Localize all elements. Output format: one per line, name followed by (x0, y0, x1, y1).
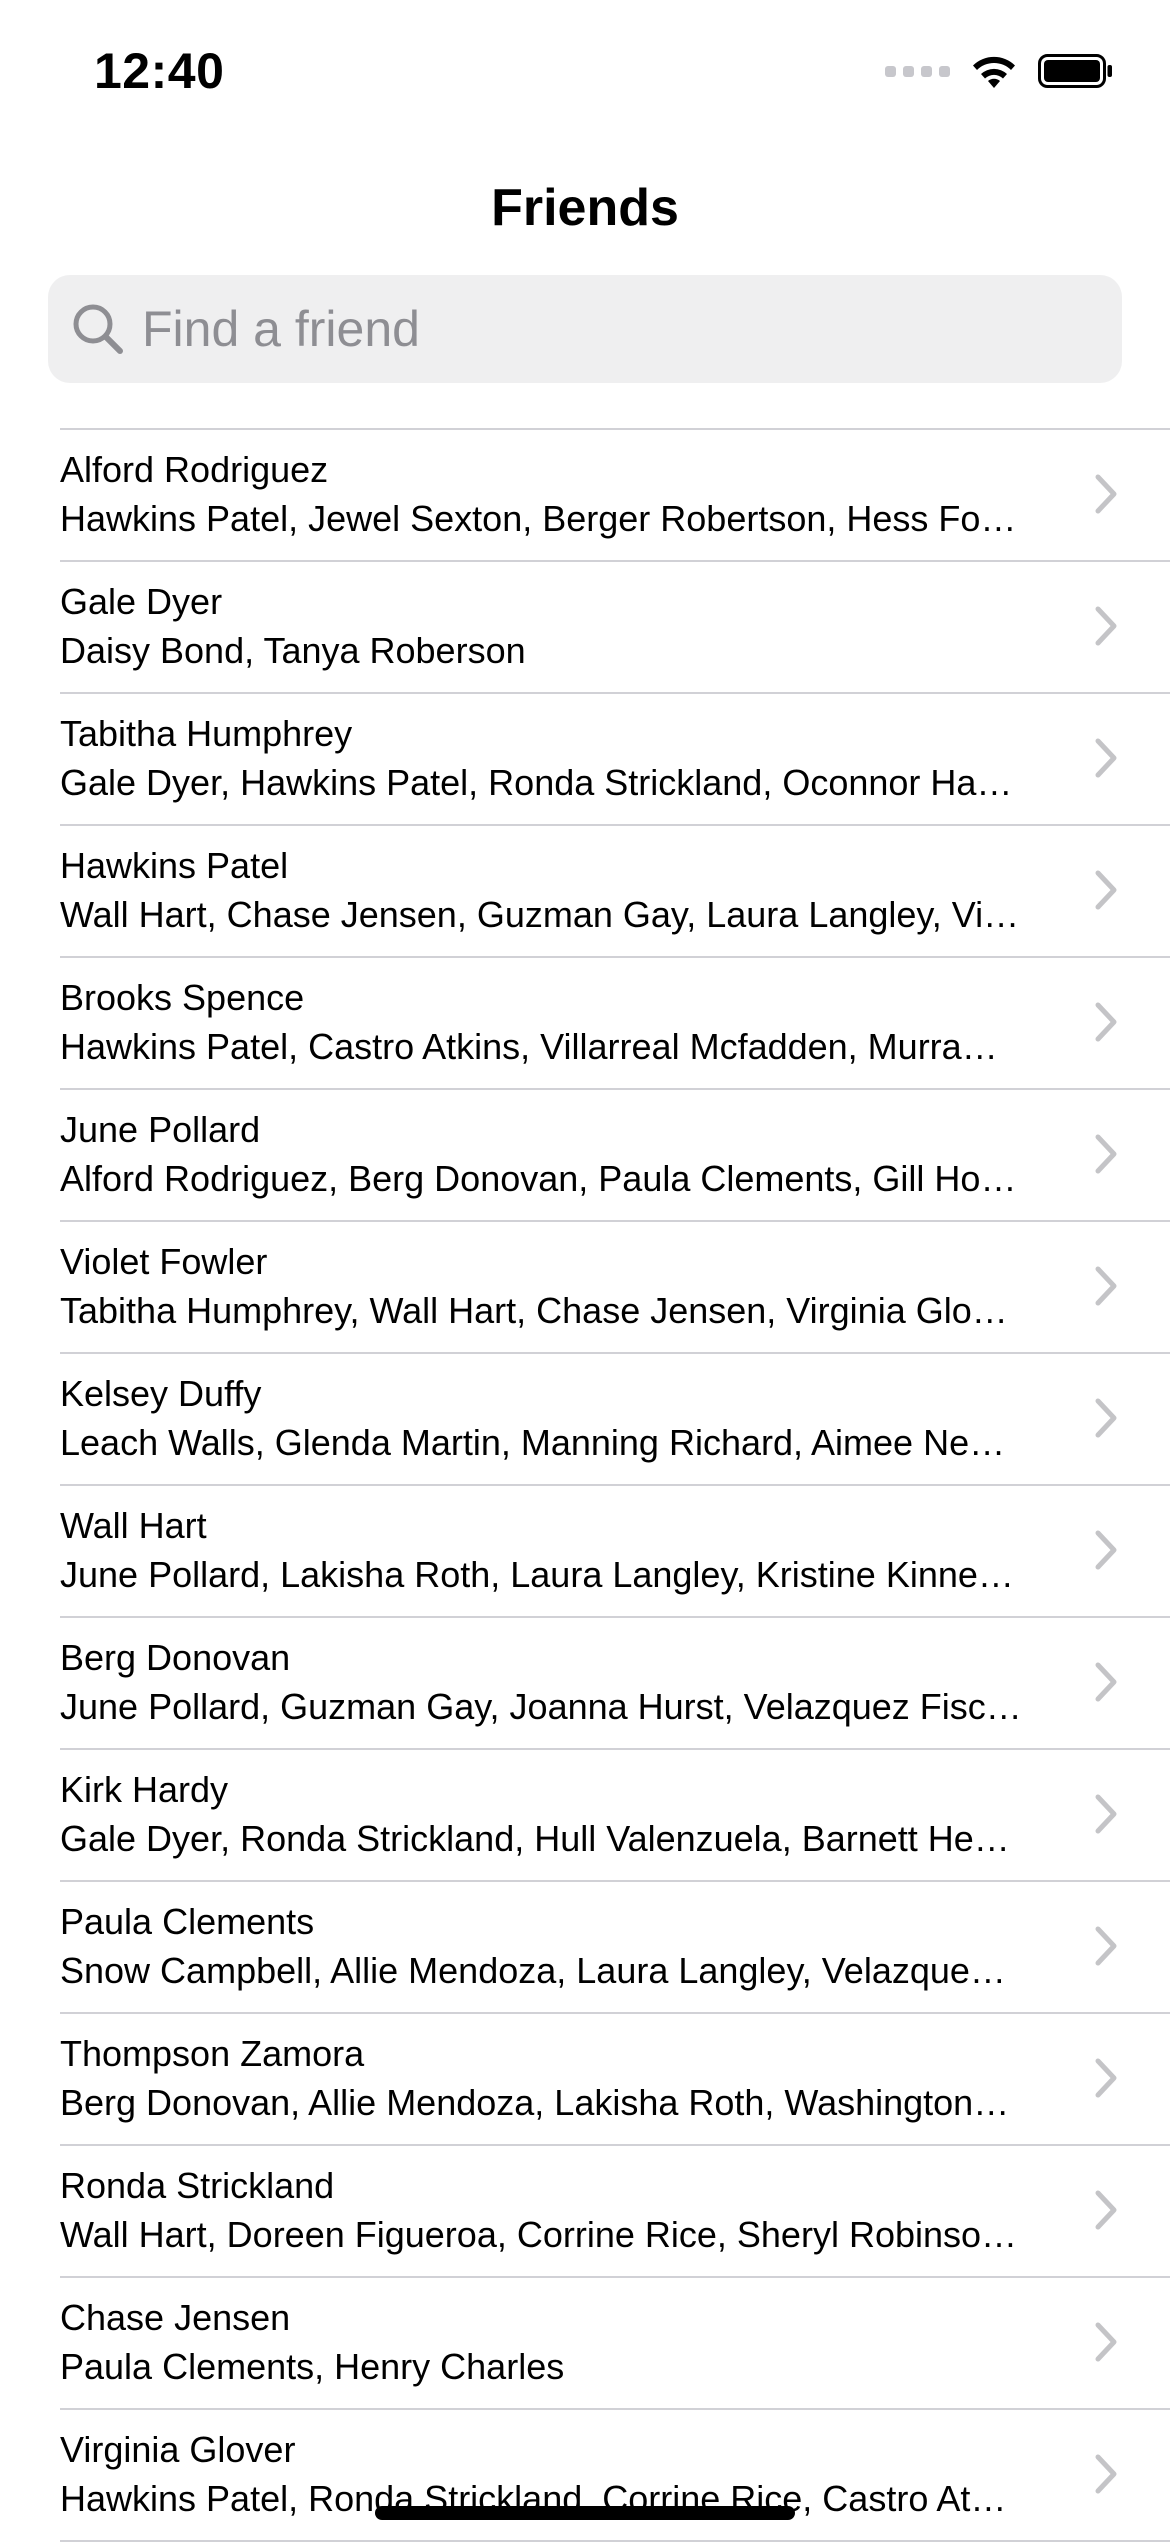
friend-row[interactable]: June Pollard Alford Rodriguez, Berg Donov… (60, 1090, 1170, 1222)
friend-name: Chase Jensen (60, 2297, 291, 2338)
battery-icon (1038, 52, 1114, 90)
friend-row[interactable]: Virginia Glover Hawkins Patel, Ronda Stri… (60, 2410, 1170, 2542)
status-time: 12:40 (94, 43, 225, 99)
friend-row[interactable]: Tabitha Humphrey Gale Dyer, Hawkins Patel… (60, 694, 1170, 826)
friend-mutual-friends: Leach Walls, Glenda Martin, Manning Rich… (60, 1422, 1006, 1463)
friend-row[interactable]: Thompson Zamora Berg Donovan, Allie Mendo… (60, 2014, 1170, 2146)
friend-name: Alford Rodriguez (60, 449, 329, 490)
friend-mutual-friends: Gale Dyer, Hawkins Patel, Ronda Strickla… (60, 762, 1013, 803)
friend-name: Tabitha Humphrey (60, 713, 353, 754)
status-bar: 12:40 (0, 0, 1170, 150)
friend-row[interactable]: Alford Rodriguez Hawkins Patel, Jewel Sex… (60, 430, 1170, 562)
friend-mutual-friends: Paula Clements, Henry Charles (60, 2346, 565, 2387)
friend-row[interactable]: Violet Fowler Tabitha Humphrey, Wall Hart… (60, 1222, 1170, 1354)
friend-name: Thompson Zamora (60, 2033, 365, 2074)
friend-mutual-friends: Snow Campbell, Allie Mendoza, Laura Lang… (60, 1950, 1006, 1991)
chevron-right-icon (1094, 869, 1118, 916)
friend-name: Virginia Glover (60, 2429, 296, 2470)
friend-mutual-friends: Alford Rodriguez, Berg Donovan, Paula Cl… (60, 1158, 1017, 1199)
search-input[interactable] (140, 299, 1044, 359)
chevron-right-icon (1094, 1529, 1118, 1576)
chevron-right-icon (1094, 2057, 1118, 2104)
friend-mutual-friends: Wall Hart, Chase Jensen, Guzman Gay, Lau… (60, 894, 1020, 935)
status-icons (885, 52, 1114, 90)
chevron-right-icon (1094, 2321, 1118, 2368)
friend-row[interactable]: Wall Hart June Pollard, Lakisha Roth, Lau… (60, 1486, 1170, 1618)
chevron-right-icon (1094, 1001, 1118, 1048)
friend-row[interactable]: Chase Jensen Paula Clements, Henry Charle… (60, 2278, 1170, 2410)
chevron-right-icon (1094, 473, 1118, 520)
friend-name: Brooks Spence (60, 977, 305, 1018)
friend-name: Kirk Hardy (60, 1769, 229, 1810)
friend-row[interactable]: Berg Donovan June Pollard, Guzman Gay, Jo… (60, 1618, 1170, 1750)
cellular-signal-icon (885, 65, 950, 77)
chevron-right-icon (1094, 2189, 1118, 2236)
friend-name: Hawkins Patel (60, 845, 289, 886)
friend-mutual-friends: Gale Dyer, Ronda Strickland, Hull Valenz… (60, 1818, 1010, 1859)
friend-mutual-friends: Hawkins Patel, Castro Atkins, Villarreal… (60, 1026, 998, 1067)
friend-mutual-friends: Daisy Bond, Tanya Roberson (60, 630, 526, 671)
chevron-right-icon (1094, 1925, 1118, 1972)
friend-mutual-friends: June Pollard, Guzman Gay, Joanna Hurst, … (60, 1686, 1022, 1727)
friend-row[interactable]: Kelsey Duffy Leach Walls, Glenda Martin, … (60, 1354, 1170, 1486)
chevron-right-icon (1094, 1793, 1118, 1840)
friend-row[interactable]: Gale Dyer Daisy Bond, Tanya Roberson (60, 562, 1170, 694)
friend-name: Gale Dyer (60, 581, 223, 622)
friend-mutual-friends: June Pollard, Lakisha Roth, Laura Langle… (60, 1554, 1014, 1595)
chevron-right-icon (1094, 2453, 1118, 2500)
chevron-right-icon (1094, 1661, 1118, 1708)
friend-mutual-friends: Berg Donovan, Allie Mendoza, Lakisha Rot… (60, 2082, 1010, 2123)
friend-row[interactable]: Ronda Strickland Wall Hart, Doreen Figuer… (60, 2146, 1170, 2278)
friend-name: Ronda Strickland (60, 2165, 335, 2206)
friend-name: Wall Hart (60, 1505, 207, 1546)
chevron-right-icon (1094, 1133, 1118, 1180)
friend-mutual-friends: Hawkins Patel, Jewel Sexton, Berger Robe… (60, 498, 1017, 539)
friend-row[interactable]: Paula Clements Snow Campbell, Allie Mendo… (60, 1882, 1170, 2014)
page-title: Friends (491, 179, 679, 237)
friend-name: Violet Fowler (60, 1241, 268, 1282)
friend-row[interactable]: Hawkins Patel Wall Hart, Chase Jensen, Gu… (60, 826, 1170, 958)
friend-name: Berg Donovan (60, 1637, 291, 1678)
chevron-right-icon (1094, 737, 1118, 784)
friend-mutual-friends: Wall Hart, Doreen Figueroa, Corrine Rice… (60, 2214, 1018, 2255)
friend-name: Kelsey Duffy (60, 1373, 262, 1414)
search-bar[interactable] (48, 275, 1122, 383)
chevron-right-icon (1094, 605, 1118, 652)
chevron-right-icon (1094, 1397, 1118, 1444)
friend-list: Alford Rodriguez Hawkins Patel, Jewel Sex… (0, 428, 1170, 2542)
home-indicator[interactable] (375, 2506, 795, 2520)
chevron-right-icon (1094, 1265, 1118, 1312)
friend-row[interactable]: Kirk Hardy Gale Dyer, Ronda Strickland, H… (60, 1750, 1170, 1882)
friend-name: June Pollard (60, 1109, 261, 1150)
friend-mutual-friends: Tabitha Humphrey, Wall Hart, Chase Jense… (60, 1290, 1008, 1331)
wifi-icon (968, 52, 1020, 90)
friend-row[interactable]: Brooks Spence Hawkins Patel, Castro Atkin… (60, 958, 1170, 1090)
friend-name: Paula Clements (60, 1901, 315, 1942)
search-icon (70, 301, 126, 357)
